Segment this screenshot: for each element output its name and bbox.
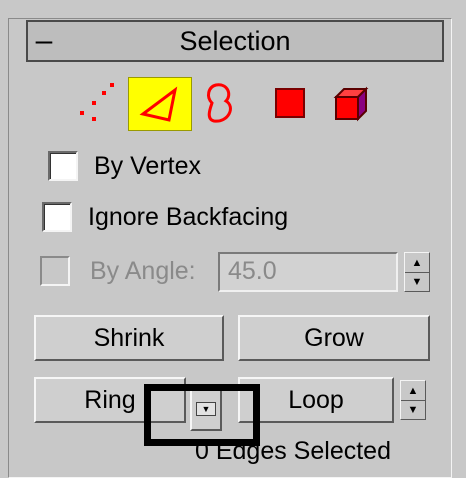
angle-spinner[interactable]: ▲ ▼ (404, 252, 430, 292)
rollout-title: Selection (179, 26, 291, 56)
ignore-backfacing-checkbox[interactable] (42, 202, 72, 232)
vertex-icon[interactable] (72, 77, 124, 131)
highlight-box (144, 384, 260, 446)
by-angle-checkbox[interactable] (40, 256, 70, 286)
spinner-down-icon[interactable]: ▼ (401, 400, 425, 419)
angle-value-field[interactable]: 45.0 (218, 252, 398, 292)
by-angle-label: By Angle: (90, 257, 196, 285)
by-vertex-label: By Vertex (94, 152, 201, 180)
spinner-up-icon[interactable]: ▲ (405, 253, 429, 273)
edge-icon[interactable] (128, 77, 192, 131)
by-vertex-checkbox[interactable] (48, 151, 78, 181)
element-icon[interactable] (328, 77, 376, 131)
spinner-down-icon[interactable]: ▼ (405, 272, 429, 291)
polygon-icon[interactable] (268, 77, 312, 131)
ignore-backfacing-label: Ignore Backfacing (88, 203, 289, 231)
spinner-up-icon[interactable]: ▲ (401, 381, 425, 401)
loop-spinner[interactable]: ▲ ▼ (400, 380, 426, 420)
shrink-button[interactable]: Shrink (34, 315, 224, 361)
loop-button[interactable]: Loop (238, 377, 394, 423)
grow-button[interactable]: Grow (238, 315, 430, 361)
border-icon[interactable] (198, 77, 242, 131)
